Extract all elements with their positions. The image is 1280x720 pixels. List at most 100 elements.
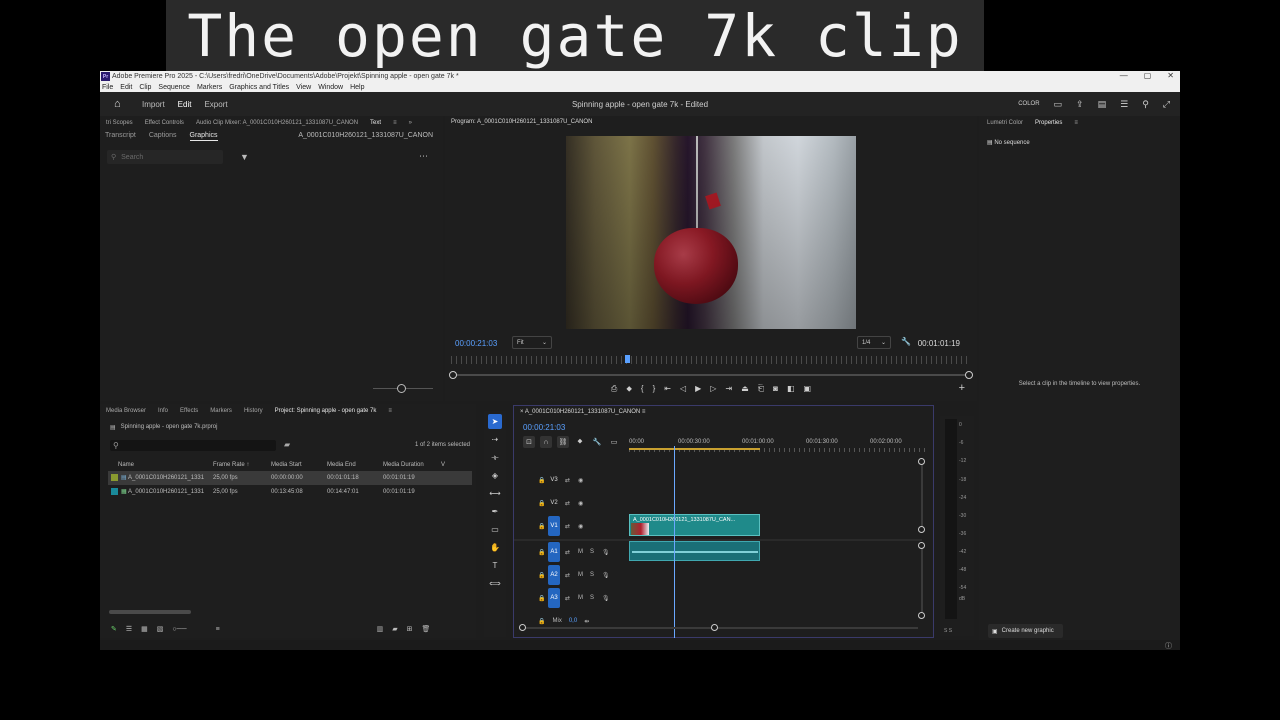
- add-marker-icon[interactable]: ⬥: [626, 384, 632, 394]
- sync-lock-icon[interactable]: ⇄: [565, 477, 570, 484]
- maximize-button[interactable]: ▢: [1144, 71, 1152, 80]
- label-color-swatch[interactable]: [111, 488, 118, 496]
- linked-selection-icon[interactable]: ⛓: [557, 436, 569, 448]
- insert-sequence-nest-icon[interactable]: ⊡: [523, 436, 535, 448]
- solo-icon[interactable]: S: [590, 572, 594, 578]
- timeline-zoom-handle-left[interactable]: [519, 624, 526, 631]
- color-workspace-button[interactable]: COLOR: [1018, 101, 1039, 107]
- col-name[interactable]: Name: [108, 459, 213, 471]
- automate-to-sequence-icon[interactable]: ▥: [377, 625, 384, 633]
- video-clip[interactable]: A_0001C010H260121_1331087U_CAN...: [629, 514, 760, 536]
- solo-icon[interactable]: S: [590, 595, 594, 601]
- microphone-icon[interactable]: 🎙: [602, 595, 610, 602]
- label-color-swatch[interactable]: [111, 474, 118, 482]
- audio-scroll-handle-bottom[interactable]: [918, 612, 925, 619]
- menu-view[interactable]: View: [296, 84, 311, 91]
- eye-icon[interactable]: ◉: [578, 477, 583, 484]
- meter-solo-buttons[interactable]: S S: [944, 628, 952, 634]
- panel-menu-icon[interactable]: ≡: [382, 408, 398, 414]
- nav-edit[interactable]: Edit: [178, 100, 192, 109]
- mute-icon[interactable]: M: [578, 572, 583, 578]
- track-name[interactable]: A1: [548, 542, 560, 562]
- table-row[interactable]: ▤ A_0001C010H260121_1331 25,00 fps 00:00…: [108, 471, 472, 485]
- track-name[interactable]: A2: [548, 565, 560, 585]
- col-media-duration[interactable]: Media Duration: [383, 459, 441, 471]
- close-button[interactable]: ✕: [1167, 71, 1174, 80]
- info-icon[interactable]: ⓘ: [1165, 641, 1172, 650]
- menu-clip[interactable]: Clip: [139, 84, 151, 91]
- pencil-icon[interactable]: ✎: [111, 625, 117, 633]
- subtab-transcript[interactable]: Transcript: [105, 132, 136, 141]
- captions-icon[interactable]: ▭: [608, 436, 620, 448]
- track-select-tool-icon[interactable]: ⇢: [488, 432, 502, 447]
- export-frame-icon[interactable]: ⎙: [611, 384, 617, 394]
- panel-menu-icon[interactable]: ≡: [387, 120, 403, 126]
- monitor-zoom-bar[interactable]: [449, 371, 973, 379]
- program-viewer[interactable]: [566, 136, 856, 329]
- playhead-timecode[interactable]: 00:00:21:03: [455, 339, 497, 348]
- fullscreen-icon[interactable]: ⤢: [1163, 99, 1170, 110]
- timeline-zoom-handle-right[interactable]: [711, 624, 718, 631]
- tab-properties[interactable]: Properties: [1029, 120, 1068, 126]
- lock-icon[interactable]: 🔒: [538, 549, 545, 556]
- menu-sequence[interactable]: Sequence: [158, 84, 190, 91]
- new-item-icon[interactable]: ⊞: [407, 625, 413, 633]
- tab-markers[interactable]: Markers: [204, 408, 238, 414]
- audio-clip[interactable]: [629, 541, 760, 561]
- lock-icon[interactable]: 🔒: [538, 595, 545, 602]
- col-video-info[interactable]: V: [441, 459, 472, 471]
- home-icon[interactable]: ⌂: [114, 98, 130, 110]
- microphone-icon[interactable]: 🎙: [602, 572, 610, 579]
- sync-lock-icon[interactable]: ⇄: [565, 549, 570, 556]
- comparison-view-icon[interactable]: ◧: [787, 384, 795, 394]
- share-icon[interactable]: ⇪: [1076, 99, 1084, 110]
- subtab-captions[interactable]: Captions: [149, 132, 177, 141]
- audio-scroll-handle-top[interactable]: [918, 542, 925, 549]
- tab-text[interactable]: Text: [364, 120, 387, 126]
- sort-icon[interactable]: ≡: [216, 626, 220, 633]
- mute-icon[interactable]: M: [578, 595, 583, 601]
- col-media-end[interactable]: Media End: [327, 459, 383, 471]
- generative-extend-tool-icon[interactable]: ⟺: [488, 576, 502, 591]
- col-media-start[interactable]: Media Start: [271, 459, 327, 471]
- nav-export[interactable]: Export: [204, 100, 227, 109]
- tab-audio-clip-mixer[interactable]: Audio Clip Mixer: A_0001C010H260121_1331…: [190, 120, 364, 126]
- menu-window[interactable]: Window: [318, 84, 343, 91]
- workspaces-icon[interactable]: ☰: [1120, 99, 1128, 110]
- button-editor-add-icon[interactable]: +: [959, 382, 965, 394]
- menu-graphics-titles[interactable]: Graphics and Titles: [229, 84, 289, 91]
- subtab-graphics[interactable]: Graphics: [189, 132, 218, 141]
- table-row[interactable]: ▦ A_0001C010H260121_1331 25,00 fps 00:13…: [108, 485, 472, 499]
- play-icon[interactable]: ▶: [695, 384, 701, 394]
- track-name[interactable]: V2: [548, 493, 560, 513]
- lock-icon[interactable]: 🔒: [538, 523, 545, 530]
- video-scroll-handle-bottom[interactable]: [918, 526, 925, 533]
- tab-effect-controls[interactable]: Effect Controls: [139, 120, 190, 126]
- step-forward-icon[interactable]: ▷: [710, 384, 716, 394]
- sequence-tab[interactable]: × A_0001C010H260121_1331087U_CANON ≡: [520, 409, 645, 415]
- selection-tool-icon[interactable]: ➤: [488, 414, 502, 429]
- timeline-settings-icon[interactable]: 🔧: [591, 436, 603, 448]
- track-name[interactable]: V1: [548, 516, 560, 536]
- panel-layout-icon[interactable]: ▭: [1054, 99, 1063, 110]
- menu-edit[interactable]: Edit: [120, 84, 132, 91]
- mark-in-icon[interactable]: {: [641, 384, 644, 394]
- type-tool-icon[interactable]: T: [488, 558, 502, 573]
- graphics-search-input[interactable]: ⚲ Search: [107, 150, 223, 164]
- trash-icon[interactable]: 🗑: [422, 625, 431, 633]
- project-search-input[interactable]: ⚲: [110, 440, 276, 451]
- go-to-out-icon[interactable]: ⇥: [725, 384, 732, 394]
- timeline-zoom-scrollbar[interactable]: [522, 627, 918, 629]
- zoom-fit-select[interactable]: Fit ⌄: [512, 336, 552, 349]
- hand-tool-icon[interactable]: ✋: [488, 540, 502, 555]
- create-new-graphic-button[interactable]: ▣ Create new graphic: [988, 624, 1063, 638]
- zoom-slider[interactable]: [373, 384, 433, 393]
- sync-lock-icon[interactable]: ⇄: [565, 595, 570, 602]
- more-options-icon[interactable]: ⋯: [419, 151, 428, 162]
- lock-icon[interactable]: 🔒: [538, 618, 545, 625]
- new-search-bin-icon[interactable]: ▰: [284, 440, 290, 449]
- menu-markers[interactable]: Markers: [197, 84, 222, 91]
- add-marker-icon[interactable]: ⬥: [574, 436, 586, 448]
- mark-out-icon[interactable]: }: [653, 384, 656, 394]
- video-scroll-handle-top[interactable]: [918, 458, 925, 465]
